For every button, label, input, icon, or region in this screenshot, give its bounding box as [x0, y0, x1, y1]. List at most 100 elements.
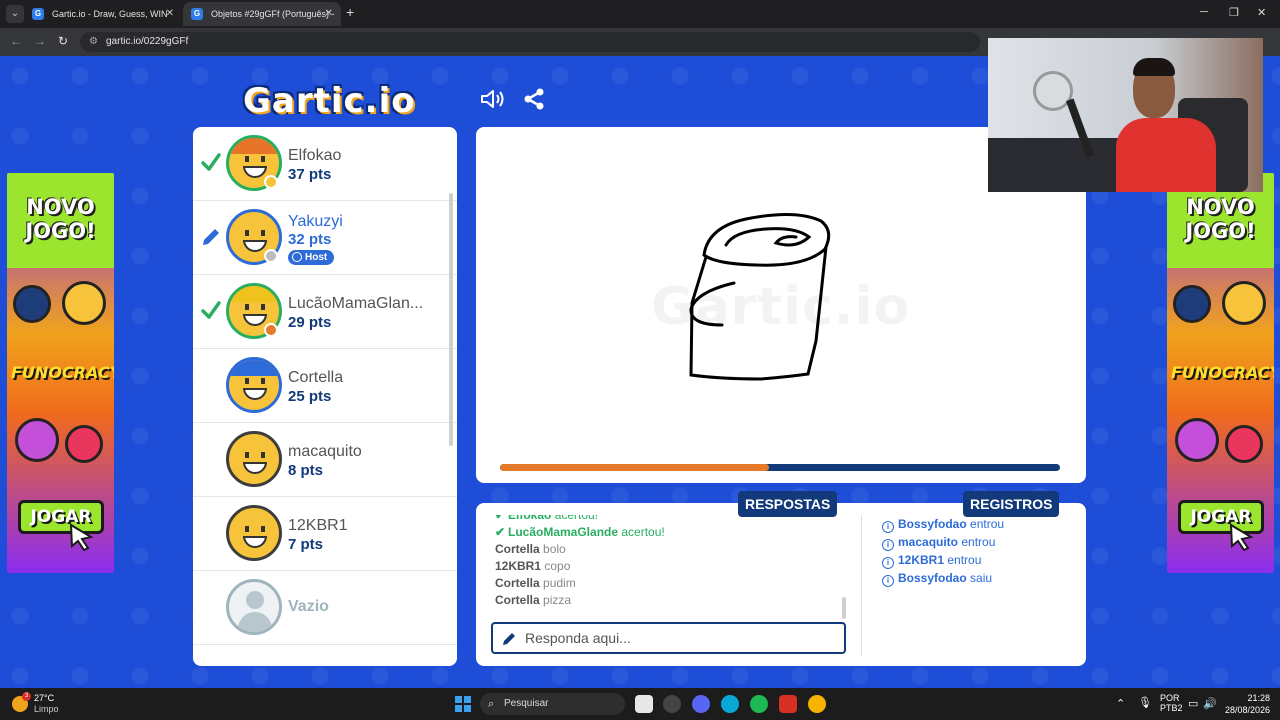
desk-image — [988, 138, 1128, 192]
edge-icon[interactable] — [721, 695, 739, 713]
answer-item: 12KBR1 copo — [495, 559, 570, 573]
player-row[interactable]: LucãoMamaGlan... 29 pts — [193, 275, 457, 349]
sound-icon[interactable] — [480, 88, 506, 110]
avatar — [226, 431, 282, 487]
answer-text: pizza — [543, 593, 572, 607]
smile-icon — [292, 252, 302, 262]
player-row[interactable]: 12KBR1 7 pts — [193, 497, 457, 571]
clock-time[interactable]: 21:28 — [1240, 693, 1270, 703]
tab-search-button[interactable]: ⌄ — [6, 5, 24, 23]
url-field[interactable]: ⚙ gartic.io/0229gGFf — [80, 32, 980, 52]
avatar-eyes — [245, 230, 265, 236]
minimize-icon[interactable]: ─ — [1200, 6, 1208, 18]
site-info-icon[interactable]: ⚙ — [89, 32, 98, 52]
new-tab-button[interactable]: + — [346, 4, 354, 20]
answer-author: 12KBR1 — [495, 559, 542, 573]
back-icon[interactable]: ← — [10, 34, 22, 48]
empty-avatar-head — [246, 591, 264, 609]
close-window-icon[interactable]: ✕ — [1257, 6, 1266, 19]
player-points: 8 pts — [288, 462, 324, 479]
pencil-icon — [503, 633, 515, 645]
avatar — [226, 357, 282, 413]
spotify-icon[interactable] — [750, 695, 768, 713]
volume-icon[interactable]: 🔊 — [1203, 697, 1217, 710]
answer-text: copo — [544, 559, 571, 573]
player-row[interactable]: macaquito 8 pts — [193, 423, 457, 497]
avatar-hair — [229, 138, 279, 154]
answer-author: Elfokao — [508, 515, 552, 522]
tab-gartic-room[interactable]: G Objetos #29gGFf (Português) - ✕ — [183, 2, 341, 26]
chrome-icon[interactable] — [808, 695, 826, 713]
share-icon[interactable] — [522, 87, 546, 111]
language-indicator[interactable]: POR PTB2 — [1160, 693, 1183, 713]
close-icon[interactable]: ✕ — [166, 2, 174, 26]
answer-input-box[interactable] — [491, 622, 846, 654]
checkmark-icon: ✔ — [495, 525, 506, 539]
tab-gartic-home[interactable]: G Gartic.io - Draw, Guess, WIN ✕ — [24, 2, 182, 26]
network-icon[interactable]: ▭ — [1188, 697, 1198, 710]
player-name: Vazio — [288, 598, 329, 615]
app-icon[interactable] — [779, 695, 797, 713]
gartic-favicon-icon: G — [191, 8, 203, 20]
answers-list: ✔ Elfokao acertou! ✔ LucãoMamaGlande acerto… — [495, 515, 847, 621]
player-name: Elfokao — [288, 147, 342, 164]
log-action: entrou — [947, 553, 982, 567]
answers-scrollbar[interactable] — [842, 597, 846, 619]
avatar-mouth — [243, 536, 267, 548]
answer-text: pudim — [543, 576, 576, 590]
logs-tab[interactable]: REGISTROS — [963, 491, 1060, 517]
reload-icon[interactable]: ↻ — [58, 34, 68, 48]
answer-item: Cortella pizza — [495, 593, 571, 607]
ad-banner-right[interactable]: NOVO JOGO! FUNOCRACY JOGAR — [1167, 173, 1274, 573]
player-row[interactable]: Elfokao 37 pts — [193, 127, 457, 201]
player-name: Cortella — [288, 369, 344, 386]
avatar-mouth — [243, 240, 267, 252]
player-row[interactable]: Cortella 25 pts — [193, 349, 457, 423]
avatar-eyes — [245, 378, 265, 384]
gartic-favicon-icon: G — [32, 8, 44, 20]
player-row[interactable]: Vazio — [193, 571, 457, 645]
microphone-icon[interactable]: 🎙 — [1138, 696, 1152, 709]
weather-temperature: 27°C — [34, 693, 55, 703]
browser-tab-bar: ⌄ G Gartic.io - Draw, Guess, WIN ✕ G Obj… — [0, 0, 1280, 28]
cartoon-face-icon — [1222, 281, 1266, 325]
cartoon-face-icon — [62, 281, 106, 325]
player-points: 29 pts — [288, 314, 332, 331]
tray-chevron-icon[interactable]: ⌃ — [1116, 697, 1125, 710]
log-item: i Bossyfodao entrou — [882, 517, 1004, 533]
streamer-hair — [1133, 58, 1175, 76]
answer-author: Cortella — [495, 542, 540, 556]
player-row[interactable]: Yakuzyi 32 pts Host — [193, 201, 457, 275]
restore-icon[interactable]: ❐ — [1229, 6, 1239, 19]
answer-text: bolo — [543, 542, 566, 556]
thumbs-up-icon — [13, 285, 51, 323]
empty-avatar-body — [238, 612, 272, 632]
info-icon: i — [882, 539, 894, 551]
gartic-logo[interactable]: Gartic.io — [243, 81, 416, 121]
forward-icon[interactable]: → — [34, 34, 46, 48]
log-player: macaquito — [898, 535, 959, 549]
checkmark-icon: ✔ — [495, 515, 506, 522]
windows-start-icon[interactable] — [455, 696, 471, 712]
answer-item: ✔ LucãoMamaGlande acertou! — [495, 525, 665, 539]
discord-icon[interactable] — [692, 695, 710, 713]
player-points: 7 pts — [288, 536, 324, 553]
status-dot — [264, 249, 278, 263]
player-points: 25 pts — [288, 388, 332, 405]
answer-author: LucãoMamaGlande — [508, 525, 619, 539]
info-icon: i — [882, 575, 894, 587]
log-player: Bossyfodao — [898, 571, 967, 585]
clock-date[interactable]: 28/08/2026 — [1222, 705, 1270, 715]
answer-input[interactable] — [525, 628, 835, 648]
ad-banner-left[interactable]: NOVO JOGO! FUNOCRACY JOGAR — [7, 173, 114, 573]
log-player: 12KBR1 — [898, 553, 945, 567]
answers-tab[interactable]: RESPOSTAS — [738, 491, 838, 517]
status-dot — [264, 323, 278, 337]
log-item: i macaquito entrou — [882, 535, 995, 551]
settings-icon[interactable] — [663, 695, 681, 713]
close-icon[interactable]: ✕ — [325, 2, 333, 26]
taskbar-search[interactable]: ⌕ Pesquisar — [480, 693, 625, 715]
file-explorer-icon[interactable] — [635, 695, 653, 713]
player-list-scrollbar[interactable] — [449, 193, 453, 446]
cursor-icon — [1229, 523, 1254, 551]
